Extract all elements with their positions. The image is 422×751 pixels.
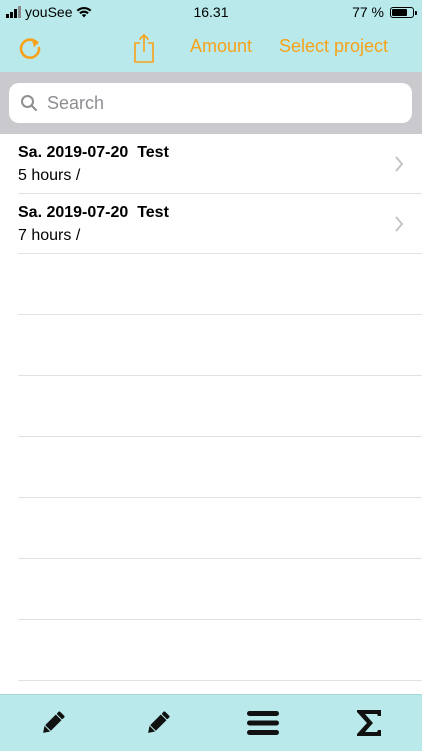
entry-list: Sa. 2019-07-20 Test 5 hours / Sa. 2019-0… [0,134,422,681]
status-right: 77 % [352,4,417,20]
share-icon [134,33,154,63]
pencil-icon [148,711,170,733]
menu-icon [247,711,279,735]
share-button[interactable] [126,30,162,66]
entry-subtitle: 7 hours / [18,227,81,244]
tab-edit[interactable] [33,703,73,743]
status-bar: youSee 16.31 77 % [0,0,422,24]
tab-menu[interactable] [243,703,283,743]
search-bar [0,72,422,134]
empty-row [18,620,422,681]
entry-subtitle: 5 hours / [18,167,81,184]
sigma-icon [357,710,381,736]
tab-edit-2[interactable] [138,703,178,743]
select-project-button[interactable]: Select project [279,36,388,57]
entry-title: Sa. 2019-07-20 Test [18,144,169,161]
battery-percent: 77 % [352,4,384,20]
list-item[interactable]: Sa. 2019-07-20 Test 7 hours / [18,194,422,254]
refresh-button[interactable] [12,30,48,66]
top-bar: youSee 16.31 77 % Amount Select project [0,0,422,72]
list-item[interactable]: Sa. 2019-07-20 Test 5 hours / [18,134,422,194]
empty-row [18,376,422,437]
chevron-right-icon [395,156,404,172]
empty-row [18,254,422,315]
search-icon [19,93,39,113]
pencil-icon [43,711,65,733]
empty-row [18,559,422,620]
empty-row [18,498,422,559]
entry-title: Sa. 2019-07-20 Test [18,204,169,221]
refresh-icon [19,38,41,59]
amount-button[interactable]: Amount [190,36,252,57]
empty-row [18,315,422,376]
search-field[interactable] [9,83,412,123]
battery-icon [390,6,417,18]
chevron-right-icon [395,216,404,232]
toolbar: Amount Select project [0,24,422,72]
tab-sum[interactable] [349,703,389,743]
empty-row [18,437,422,498]
search-input[interactable] [45,91,389,115]
tab-bar [0,694,422,751]
